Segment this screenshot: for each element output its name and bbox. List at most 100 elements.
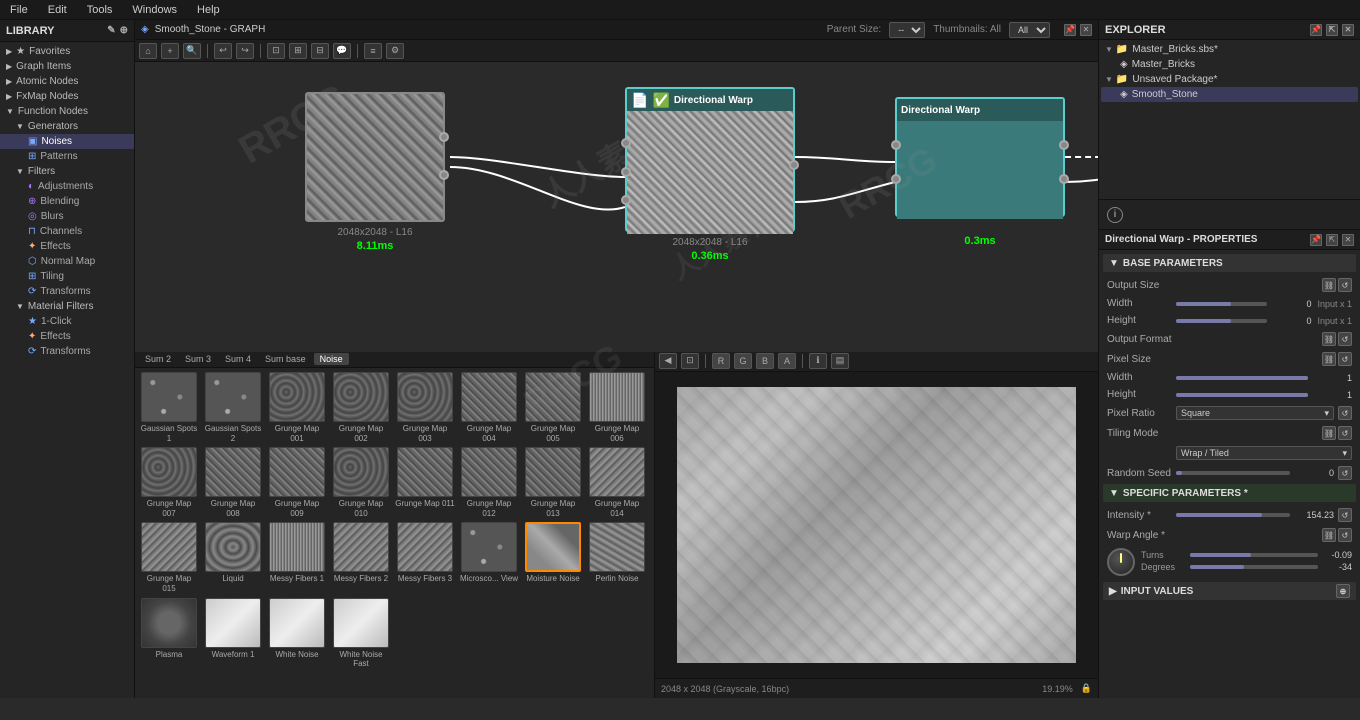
section-favorites[interactable]: ▶ ★ Favorites	[0, 44, 134, 59]
node3-port-left-1[interactable]	[891, 140, 901, 150]
section-generators[interactable]: ▼ Generators	[0, 119, 134, 134]
graph-canvas[interactable]: 2048x2048 - L16 8.11ms 📄 ✅ Directional W…	[135, 62, 1098, 352]
base-params-header[interactable]: ▼ BASE PARAMETERS	[1103, 254, 1356, 272]
lib-grid-item[interactable]: Messy Fibers 3	[395, 522, 455, 593]
lib-tab-sum4[interactable]: Sum 4	[219, 353, 257, 365]
lib-grid-item[interactable]: Grunge Map 005	[523, 372, 583, 443]
output-size-reset-btn[interactable]: ↺	[1338, 278, 1352, 292]
view-2d-tb-b[interactable]: B	[756, 353, 774, 369]
output-height-slider[interactable]	[1176, 319, 1267, 323]
graph-tb-comment[interactable]: 💬	[333, 43, 351, 59]
graph-tb-align[interactable]: ≡	[364, 43, 382, 59]
lib-grid-item[interactable]: Grunge Map 004	[459, 372, 519, 443]
lib-grid-item[interactable]: Grunge Map 003	[395, 372, 455, 443]
view-2d-tb-fit[interactable]: ⊡	[681, 353, 699, 369]
ps-height-slider[interactable]	[1176, 393, 1308, 397]
node3-port-right-2[interactable]	[1059, 174, 1069, 184]
warp-angle-reset-btn[interactable]: ↺	[1338, 528, 1352, 542]
lib-grid-item[interactable]: Moisture Noise	[523, 522, 583, 593]
view-2d-tb-back[interactable]: ◀	[659, 353, 677, 369]
random-seed-reset-btn[interactable]: ↺	[1338, 466, 1352, 480]
info-icon-circle[interactable]: i	[1107, 207, 1123, 223]
graph-node-3[interactable]: Directional Warp 0.3ms	[895, 97, 1065, 217]
lib-item-mat-transforms[interactable]: ⟳ Transforms	[0, 344, 134, 359]
graph-tb-frame[interactable]: ⊟	[311, 43, 329, 59]
input-values-header[interactable]: ▶ INPUT VALUES ⊕	[1103, 582, 1356, 600]
input-values-action-btn[interactable]: ⊕	[1336, 584, 1350, 598]
degrees-slider[interactable]	[1190, 565, 1318, 569]
graph-tb-redo[interactable]: ↪	[236, 43, 254, 59]
graph-tb-settings[interactable]: ⚙	[386, 43, 404, 59]
graph-tb-grid[interactable]: ⊞	[289, 43, 307, 59]
output-format-link-btn[interactable]: ⛓	[1322, 332, 1336, 346]
pixel-ratio-dropdown[interactable]: Square ▾	[1176, 406, 1334, 420]
view-2d-tb-histogram[interactable]: ▤	[831, 353, 849, 369]
pixel-ratio-reset-btn[interactable]: ↺	[1338, 406, 1352, 420]
menu-windows[interactable]: Windows	[128, 4, 181, 16]
lib-grid-item[interactable]: Grunge Map 001	[267, 372, 327, 443]
node1-port-right-1[interactable]	[439, 132, 449, 142]
ps-width-slider[interactable]	[1176, 376, 1308, 380]
menu-file[interactable]: File	[6, 4, 32, 16]
lib-tab-sum3[interactable]: Sum 3	[179, 353, 217, 365]
explorer-pin-btn[interactable]: 📌	[1310, 24, 1322, 36]
lib-grid-item[interactable]: Grunge Map 008	[203, 447, 263, 518]
lib-grid-item[interactable]: Grunge Map 007	[139, 447, 199, 518]
explorer-tree-item[interactable]: ◈ Master_Bricks	[1101, 57, 1358, 72]
graph-tb-add[interactable]: +	[161, 43, 179, 59]
lib-grid-item[interactable]: Grunge Map 006	[587, 372, 647, 443]
lock-icon[interactable]: 🔒	[1081, 683, 1092, 694]
pixel-size-reset-btn[interactable]: ↺	[1338, 352, 1352, 366]
lib-item-1click[interactable]: ★ 1-Click	[0, 314, 134, 329]
lib-grid-item[interactable]: Liquid	[203, 522, 263, 593]
graph-tb-search[interactable]: 🔍	[183, 43, 201, 59]
output-width-slider[interactable]	[1176, 302, 1267, 306]
lib-grid-item[interactable]: Grunge Map 011	[395, 447, 455, 518]
explorer-tree-item[interactable]: ▼ 📁 Master_Bricks.sbs*	[1101, 42, 1358, 57]
lib-grid-item[interactable]: Waveform 1	[203, 598, 263, 669]
graph-node-1[interactable]: 2048x2048 - L16 8.11ms	[305, 92, 445, 222]
node2-port-left-3[interactable]	[621, 195, 631, 205]
lib-item-effects[interactable]: ✦ Effects	[0, 239, 134, 254]
view-2d-tb-info[interactable]: ℹ	[809, 353, 827, 369]
lib-grid-item[interactable]: Grunge Map 013	[523, 447, 583, 518]
lib-grid-item[interactable]: Grunge Map 014	[587, 447, 647, 518]
section-graph-items[interactable]: ▶ Graph Items	[0, 59, 134, 74]
pixel-size-link-btn[interactable]: ⛓	[1322, 352, 1336, 366]
lib-grid-item[interactable]: Messy Fibers 2	[331, 522, 391, 593]
graph-tb-home[interactable]: ⌂	[139, 43, 157, 59]
lib-item-patterns[interactable]: ⊞ Patterns	[0, 149, 134, 164]
lib-item-blending[interactable]: ⊕ Blending	[0, 194, 134, 209]
lib-grid-item[interactable]: White Noise Fast	[331, 598, 391, 669]
node1-port-right-2[interactable]	[439, 170, 449, 180]
lib-grid-item[interactable]: Gaussian Spots 2	[203, 372, 263, 443]
section-fxmap-nodes[interactable]: ▶ FxMap Nodes	[0, 89, 134, 104]
intensity-slider[interactable]	[1176, 513, 1290, 517]
lib-grid-item[interactable]: Perlin Noise	[587, 522, 647, 593]
lib-item-mat-effects[interactable]: ✦ Effects	[0, 329, 134, 344]
tiling-mode-reset-btn[interactable]: ↺	[1338, 426, 1352, 440]
section-filters[interactable]: ▼ Filters	[0, 164, 134, 179]
explorer-pop-btn[interactable]: ⇱	[1326, 24, 1338, 36]
lib-tab-noise[interactable]: Noise	[314, 353, 349, 365]
lib-grid-item[interactable]: White Noise	[267, 598, 327, 669]
lib-item-blurs[interactable]: ◎ Blurs	[0, 209, 134, 224]
graph-tb-undo[interactable]: ↩	[214, 43, 232, 59]
lib-grid-item[interactable]: Grunge Map 002	[331, 372, 391, 443]
lib-tab-sum2[interactable]: Sum 2	[139, 353, 177, 365]
new-icon[interactable]: ✎	[107, 25, 115, 36]
graph-pin-btn[interactable]: 📌	[1064, 24, 1076, 36]
parent-size-dropdown[interactable]: --	[889, 22, 925, 38]
menu-tools[interactable]: Tools	[83, 4, 117, 16]
graph-tb-fit[interactable]: ⊡	[267, 43, 285, 59]
warp-angle-dial[interactable]	[1107, 548, 1135, 576]
explorer-tree-item[interactable]: ◈ Smooth_Stone	[1101, 87, 1358, 102]
section-function-nodes[interactable]: ▼ Function Nodes	[0, 104, 134, 119]
lib-grid-item[interactable]: Grunge Map 015	[139, 522, 199, 593]
props-pop-btn[interactable]: ⇱	[1326, 234, 1338, 246]
menu-help[interactable]: Help	[193, 4, 224, 16]
view-2d-tb-r[interactable]: R	[712, 353, 730, 369]
tiling-mode-link-btn[interactable]: ⛓	[1322, 426, 1336, 440]
search-icon[interactable]: ⊕	[120, 25, 128, 36]
menu-edit[interactable]: Edit	[44, 4, 71, 16]
